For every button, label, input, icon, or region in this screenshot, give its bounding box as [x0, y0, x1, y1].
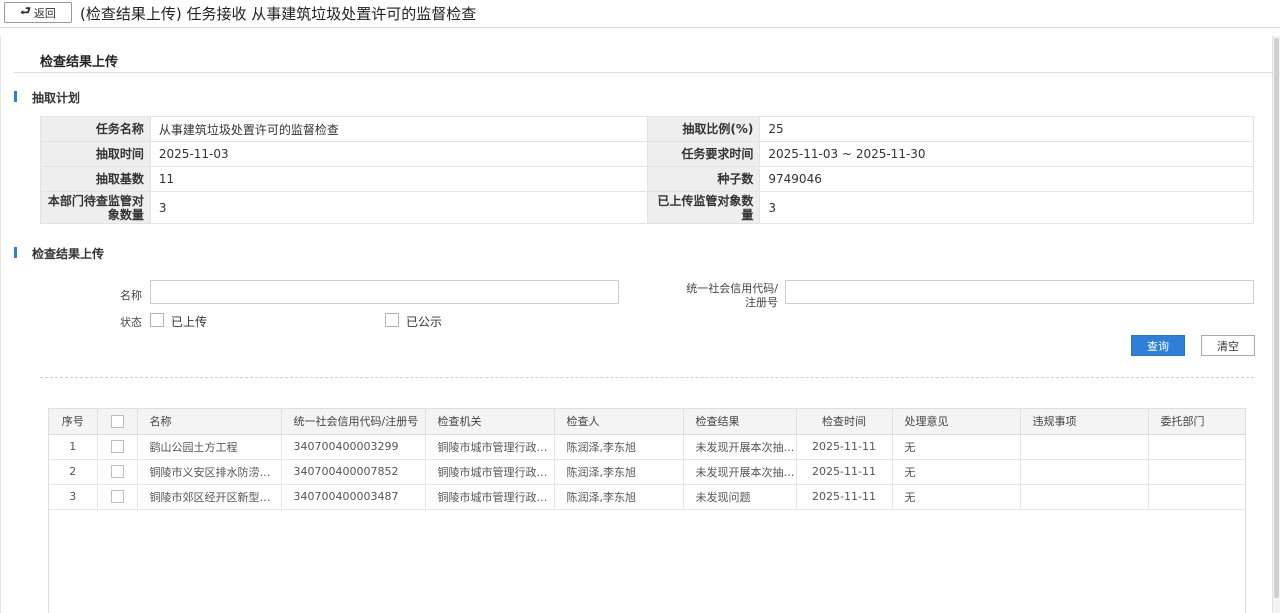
- col-header[interactable]: 统一社会信用代码/注册号: [281, 409, 426, 435]
- col-header[interactable]: 委托部门: [1148, 409, 1245, 435]
- upload-subtitle: 检查结果上传: [14, 245, 104, 262]
- status-label: 状态: [120, 316, 142, 329]
- col-header[interactable]: 序号: [49, 409, 98, 435]
- published-checkbox[interactable]: [385, 313, 399, 327]
- cell-code: 340700400007852: [281, 459, 426, 485]
- row-select-cell: [97, 459, 138, 485]
- cell-date: 2025-11-11: [796, 434, 893, 460]
- row-select-cell: [97, 434, 138, 460]
- row-checkbox[interactable]: [110, 490, 124, 504]
- cell-result: 未发现开展本次抽查涉及的经营活动: [683, 459, 797, 485]
- cell-code: 340700400003299: [281, 434, 426, 460]
- cell-inspector: 陈润泽,李东旭: [554, 434, 684, 460]
- published-checkbox-label: 已公示: [406, 315, 443, 329]
- col-header[interactable]: 检查时间: [796, 409, 893, 435]
- code-input[interactable]: [785, 280, 1254, 304]
- cell-opinion: 无: [892, 484, 1021, 510]
- plan-value: 9749046: [759, 166, 1254, 192]
- table-row[interactable]: 1 鹞山公园土方工程 340700400003299 铜陵市城市管理行政执法局 …: [49, 434, 1245, 460]
- row-index: 1: [49, 434, 98, 460]
- uploaded-checkbox[interactable]: [150, 313, 164, 327]
- return-arrow-icon: ⮐: [20, 4, 31, 18]
- plan-label: 抽取基数: [40, 166, 151, 192]
- plan-value: 11: [149, 166, 649, 192]
- cell-dept: [1148, 459, 1245, 485]
- cell-authority: 铜陵市城市管理行政执法局: [425, 434, 555, 460]
- vertical-scrollbar[interactable]: [1272, 36, 1280, 613]
- uploaded-checkbox-label: 已上传: [171, 315, 208, 329]
- back-button-label: 返回: [33, 6, 56, 20]
- grid-header-row: 序号 名称 统一社会信用代码/注册号 检查机关 检查人 检查结果 检查时间 处理…: [49, 409, 1245, 435]
- cell-opinion: 无: [892, 434, 1021, 460]
- cell-opinion: 无: [892, 459, 1021, 485]
- name-label: 名称: [120, 289, 142, 302]
- cell-name: 铜陵市义安区排水防涝设施建设项目: [137, 459, 282, 485]
- plan-row: 抽取时间 2025-11-03 任务要求时间 2025-11-03 ~ 2025…: [40, 141, 1254, 167]
- cell-authority: 铜陵市城市管理行政执法局: [425, 484, 555, 510]
- cell-date: 2025-11-11: [796, 459, 893, 485]
- plan-label: 本部门待查监管对象数量: [40, 191, 151, 224]
- row-index: 2: [49, 459, 98, 485]
- col-header[interactable]: 检查人: [554, 409, 684, 435]
- code-label: 统一社会信用代码/注册号: [686, 282, 778, 309]
- col-header[interactable]: 检查结果: [683, 409, 797, 435]
- table-row[interactable]: 3 铜陵市郊区经开区新型制造产业园项目 340700400003487 铜陵市城…: [49, 484, 1245, 510]
- top-bar: ⮐ 返回 (检查结果上传) 任务接收 从事建筑垃圾处置许可的监督检查: [0, 0, 1280, 28]
- select-all-checkbox[interactable]: [110, 415, 124, 428]
- col-header[interactable]: 处理意见: [892, 409, 1021, 435]
- section-title: 检查结果上传: [40, 55, 119, 70]
- col-header[interactable]: 名称: [137, 409, 282, 435]
- plan-value: 2025-11-03: [149, 141, 649, 167]
- cell-result: 未发现问题: [683, 484, 797, 510]
- plan-label: 已上传监管对象数量: [647, 191, 761, 224]
- plan-row: 抽取基数 11 种子数 9749046: [40, 166, 1254, 192]
- row-index: 3: [49, 484, 98, 510]
- plan-label: 抽取时间: [40, 141, 151, 167]
- row-select-cell: [97, 484, 138, 510]
- back-button[interactable]: ⮐ 返回: [4, 2, 72, 23]
- cell-code: 340700400003487: [281, 484, 426, 510]
- plan-label: 抽取比例(%): [647, 116, 761, 142]
- select-all-cell: [97, 409, 138, 435]
- cell-violation: [1020, 459, 1149, 485]
- plan-info-table: 任务名称 从事建筑垃圾处置许可的监督检查 抽取比例(%) 25 抽取时间 202…: [40, 116, 1254, 224]
- cell-name: 鹞山公园土方工程: [137, 434, 282, 460]
- plan-label: 种子数: [647, 166, 761, 192]
- plan-label: 任务名称: [40, 116, 151, 142]
- clear-button[interactable]: 清空: [1201, 335, 1255, 356]
- row-checkbox[interactable]: [110, 465, 124, 479]
- plan-value: 25: [759, 116, 1254, 142]
- scrollbar-thumb[interactable]: [1274, 38, 1279, 598]
- table-row[interactable]: 2 铜陵市义安区排水防涝设施建设项目 340700400007852 铜陵市城市…: [49, 459, 1245, 485]
- cell-date: 2025-11-11: [796, 484, 893, 510]
- cell-dept: [1148, 434, 1245, 460]
- col-header[interactable]: 检查机关: [425, 409, 555, 435]
- plan-value: 从事建筑垃圾处置许可的监督检查: [149, 116, 649, 142]
- name-input[interactable]: [150, 280, 619, 304]
- plan-row: 本部门待查监管对象数量 3 已上传监管对象数量 3: [40, 191, 1254, 224]
- plan-value: 3: [149, 191, 649, 224]
- cell-result: 未发现开展本次抽查涉及的经营活动: [683, 434, 797, 460]
- row-checkbox[interactable]: [110, 440, 124, 454]
- section-divider: [14, 72, 1276, 73]
- cell-inspector: 陈润泽,李东旭: [554, 459, 684, 485]
- cell-inspector: 陈润泽,李东旭: [554, 484, 684, 510]
- plan-label: 任务要求时间: [647, 141, 761, 167]
- cell-violation: [1020, 484, 1149, 510]
- cell-authority: 铜陵市城市管理行政执法局: [425, 459, 555, 485]
- plan-value: 2025-11-03 ~ 2025-11-30: [759, 141, 1254, 167]
- plan-value: 3: [759, 191, 1254, 224]
- plan-subtitle: 抽取计划: [14, 89, 80, 106]
- col-header[interactable]: 违规事项: [1020, 409, 1149, 435]
- dashed-divider: [40, 377, 1254, 378]
- results-grid: 序号 名称 统一社会信用代码/注册号 检查机关 检查人 检查结果 检查时间 处理…: [48, 408, 1246, 613]
- cell-violation: [1020, 434, 1149, 460]
- cell-name: 铜陵市郊区经开区新型制造产业园项目: [137, 484, 282, 510]
- query-button[interactable]: 查询: [1131, 335, 1185, 356]
- page-title: (检查结果上传) 任务接收 从事建筑垃圾处置许可的监督检查: [80, 5, 477, 23]
- cell-dept: [1148, 484, 1245, 510]
- plan-row: 任务名称 从事建筑垃圾处置许可的监督检查 抽取比例(%) 25: [40, 116, 1254, 142]
